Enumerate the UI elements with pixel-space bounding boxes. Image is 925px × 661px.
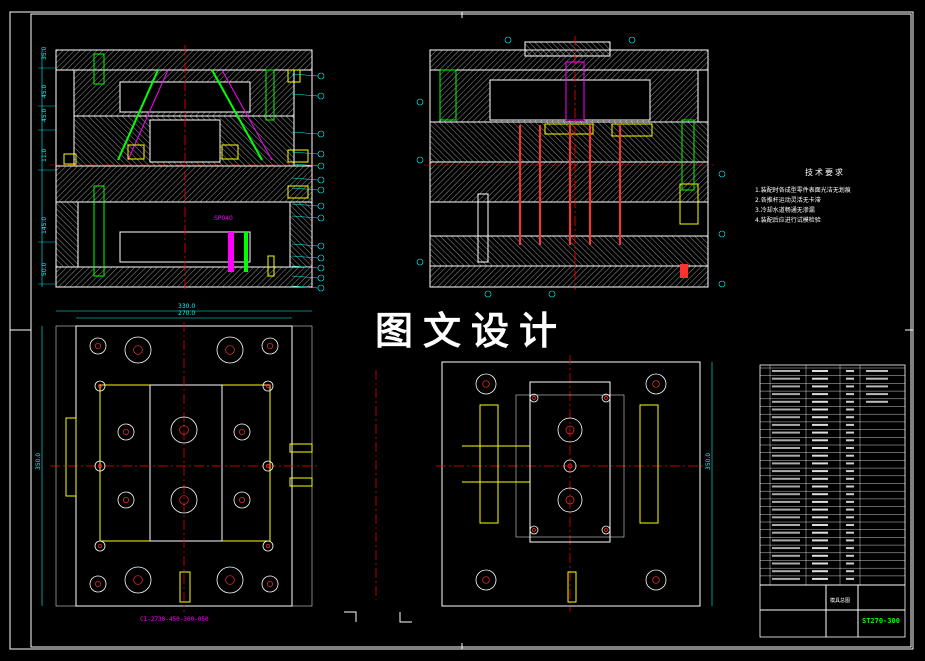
front-dim-label: 45.0 [41,84,48,98]
drawing-number: ST270-300 [862,617,900,625]
front-dim-label: 11.0 [41,148,48,162]
side-section-view [424,36,714,290]
tech-line-3: 3.冷却水道畅通无渗漏 [755,207,815,214]
bottom-code-note: CI-2730-450-300-050 [140,616,209,623]
front-dim-label: 45.0 [41,108,48,122]
tech-requirements-title: 技术要求 [805,168,845,177]
plan-width-outer: 330.0 [178,303,195,310]
plan-width-inner: 270.0 [178,310,195,317]
plan-view-fixed-half [436,355,713,612]
spacer-note: SP040 [214,215,233,222]
technical-requirements: 技术要求 1.装配时各成型零件表面光洁无划痕 2.各推杆运动灵活无卡滞 3.冷却… [755,168,895,226]
plan-height-right: 350.0 [705,453,712,470]
tech-line-2: 2.各推杆运动灵活无卡滞 [755,197,821,204]
tech-line-4: 4.装配后应进行试模检验 [755,217,821,224]
front-section-dimensions: 35.0 45.0 45.0 11.0 145.0 50.0 [38,46,56,287]
front-section-view [50,45,318,292]
plan-view-moving-half [41,310,318,612]
title-block-name: 模具总图 [830,598,851,604]
tech-line-1: 1.装配时各成型零件表面光洁无划痕 [755,187,851,194]
watermark-text: 图文设计 [374,309,567,353]
front-dim-label: 35.0 [41,46,48,60]
front-dim-label: 145.0 [41,217,48,234]
front-dim-label: 50.0 [41,262,48,276]
plan-height-left: 350.0 [35,453,42,470]
